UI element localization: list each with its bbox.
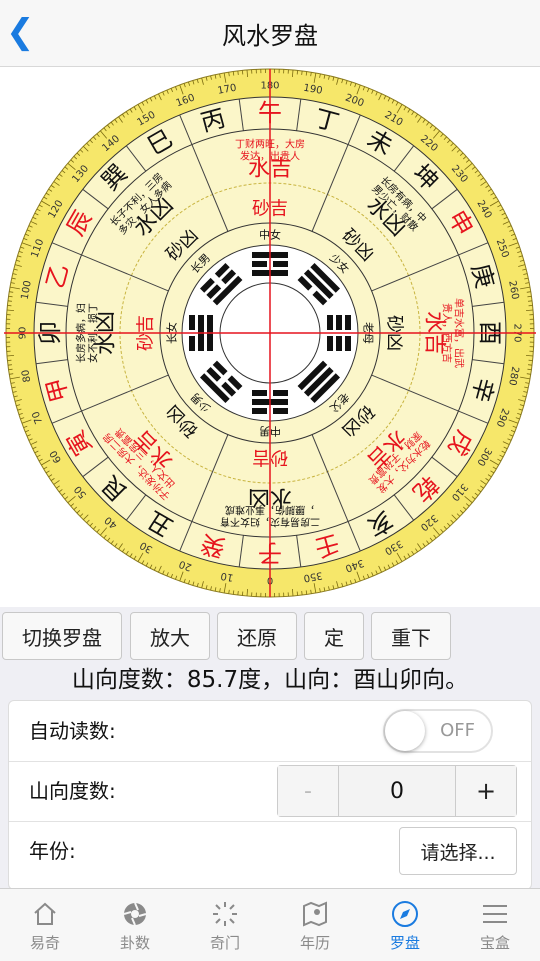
trigram-bar: [189, 336, 195, 351]
back-button[interactable]: ❮: [6, 12, 35, 52]
toggle-state: OFF: [440, 711, 475, 751]
degree-input[interactable]: 0: [339, 766, 455, 816]
trigram-bar: [345, 336, 351, 351]
menu-icon: [481, 900, 509, 928]
tab-bar: 易奇 卦数 奇门 年历 罗盘 宝盒: [0, 888, 540, 961]
tab-label: 年历: [300, 932, 330, 953]
tab-compass[interactable]: 罗盘: [360, 889, 450, 961]
sun-icon: [211, 900, 239, 928]
tab-calendar[interactable]: 年历: [270, 889, 360, 961]
degree-label: 80: [20, 369, 33, 383]
degree-tick: [527, 296, 531, 297]
feng-shui-compass[interactable]: 0102030405060708090100110120130140150160…: [0, 67, 540, 607]
tab-qimen[interactable]: 奇门: [180, 889, 270, 961]
trigram-bar: [252, 408, 267, 414]
zoom-in-button[interactable]: 放大: [130, 612, 210, 660]
trigram-bar: [327, 315, 333, 330]
trigram-bar: [273, 390, 288, 396]
redo-button[interactable]: 重下: [371, 612, 451, 660]
auto-read-label: 自动读数:: [29, 701, 116, 761]
direction-readout: 山向度数：85.7度，山向：酉山卯向。: [0, 662, 540, 698]
degree-tick: [306, 590, 307, 594]
aperture-icon: [121, 900, 149, 928]
trigram-bar: [273, 408, 288, 414]
degree-tick: [233, 72, 234, 76]
year-label: 年份:: [29, 821, 76, 881]
tab-label: 奇门: [210, 932, 240, 953]
tab-label: 卦数: [120, 932, 150, 953]
tab-baohe[interactable]: 宝盒: [450, 889, 540, 961]
degree-row: 山向度数: - 0 +: [9, 761, 532, 822]
reset-button[interactable]: 还原: [217, 612, 297, 660]
nav-bar: ❮ 风水罗盘: [0, 0, 540, 67]
degree-tick: [233, 590, 234, 594]
degree-tick: [9, 369, 13, 370]
tab-label: 宝盒: [480, 932, 510, 953]
year-row: 年份: 请选择...: [9, 821, 532, 881]
decrement-button[interactable]: -: [278, 766, 339, 816]
degree-tick: [527, 369, 531, 370]
compass-area: 0102030405060708090100110120130140150160…: [0, 67, 540, 607]
tab-label: 易奇: [30, 932, 60, 953]
increment-button[interactable]: +: [455, 766, 516, 816]
trigram-bar: [189, 315, 195, 330]
degree-tick: [306, 72, 307, 76]
trigram-bar: [345, 315, 351, 330]
trigram-bar: [327, 336, 333, 351]
trigram-bar: [252, 390, 267, 396]
compass-icon: [391, 900, 419, 928]
degree-label: 10: [220, 570, 234, 583]
degree-tick: [9, 296, 13, 297]
tab-yiqi[interactable]: 易奇: [0, 889, 90, 961]
house-icon: [31, 900, 59, 928]
map-pin-icon: [301, 900, 329, 928]
settings-card: 自动读数: OFF 山向度数: - 0 + 年份: 请选择...: [8, 700, 532, 890]
tab-guashu[interactable]: 卦数: [90, 889, 180, 961]
trigram-bar: [273, 261, 288, 267]
fix-button[interactable]: 定: [304, 612, 364, 660]
trigram-bar: [252, 261, 267, 267]
compass-controls: 切换罗盘 放大 还原 定 重下: [0, 612, 540, 662]
toggle-knob: [385, 711, 425, 751]
trigram-bar: [336, 315, 342, 330]
trigram-bar: [336, 336, 342, 351]
degree-label: 山向度数:: [29, 761, 116, 821]
auto-read-row: 自动读数: OFF: [9, 701, 532, 762]
chevron-left-icon: ❮: [6, 12, 35, 52]
tab-label: 罗盘: [390, 932, 420, 953]
auto-read-toggle[interactable]: OFF: [383, 709, 493, 753]
switch-compass-button[interactable]: 切换罗盘: [2, 612, 122, 660]
degree-stepper: - 0 +: [277, 765, 517, 817]
page-title: 风水罗盘: [222, 16, 318, 51]
year-select[interactable]: 请选择...: [399, 827, 517, 875]
